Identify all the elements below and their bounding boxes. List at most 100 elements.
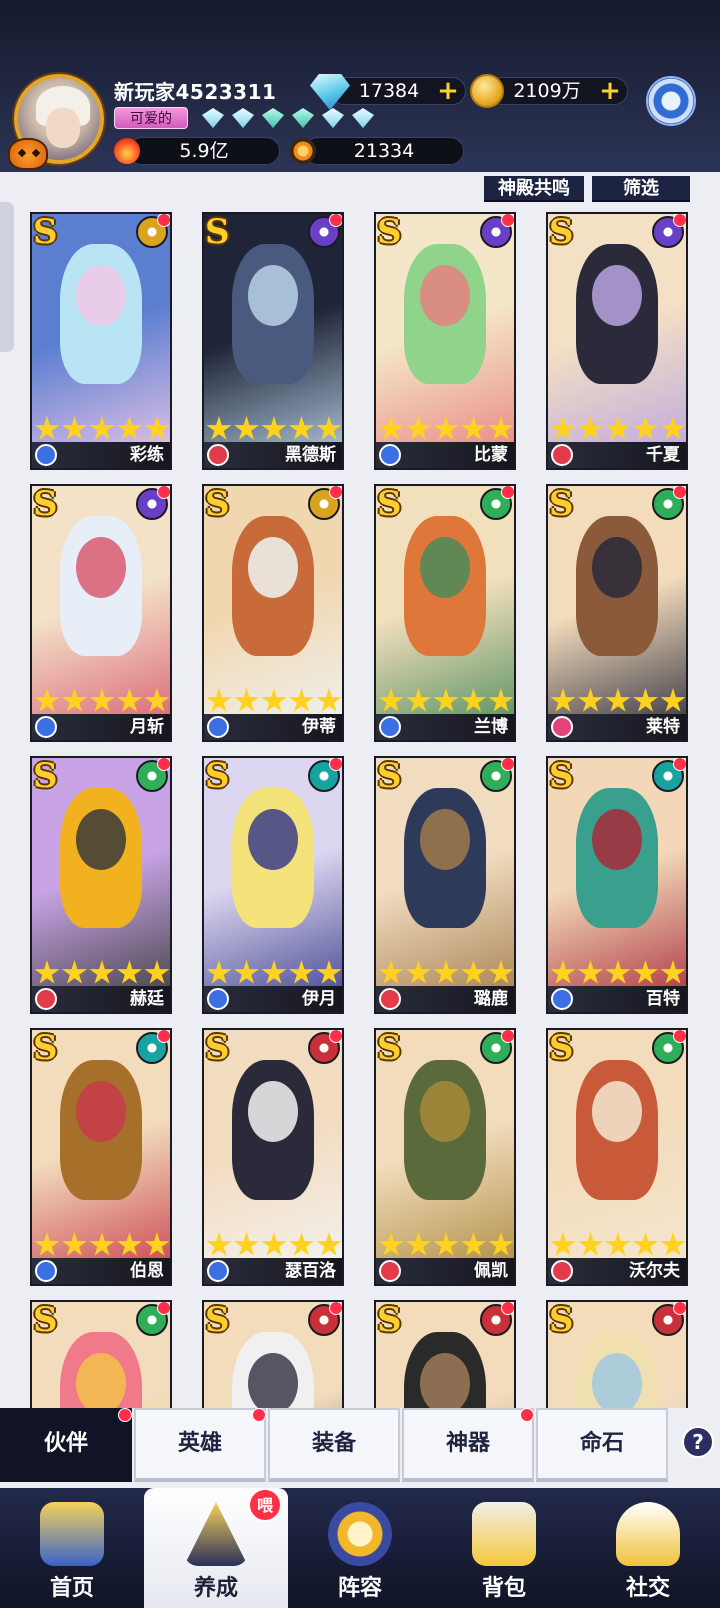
nav-lineup[interactable]: 阵容	[288, 1488, 432, 1608]
hero-card[interactable]: S 赫廷	[30, 756, 172, 1014]
side-scroll-handle[interactable]	[0, 202, 14, 352]
nav-develop[interactable]: 喂 养成	[144, 1488, 288, 1608]
star-rating	[34, 960, 170, 986]
add-diamond-button[interactable]: +	[437, 78, 459, 104]
star-rating	[550, 960, 686, 986]
star-rating	[34, 688, 170, 714]
hero-head	[592, 1080, 642, 1142]
hero-head	[592, 808, 642, 870]
hero-card[interactable]: S 月斩	[30, 484, 172, 742]
gold-counter: 2109万 +	[488, 77, 628, 105]
add-gold-button[interactable]: +	[599, 78, 621, 104]
rank-badge: S	[205, 1300, 230, 1340]
star-icon	[89, 688, 115, 712]
rank-badge: S	[33, 1300, 58, 1340]
gem-icon	[262, 108, 284, 128]
star-rating	[206, 960, 342, 986]
notification-dot	[157, 1030, 170, 1043]
hero-card[interactable]: S 比蒙	[374, 212, 516, 470]
star-icon	[289, 416, 314, 440]
hero-card[interactable]: S 彩练	[30, 212, 172, 470]
hero-name: 沃尔夫	[629, 1261, 680, 1281]
notification-dot	[673, 1030, 686, 1043]
nav-home[interactable]: 首页	[0, 1488, 144, 1608]
hero-card[interactable]: S	[30, 1300, 172, 1408]
hero-card[interactable]: S	[374, 1300, 516, 1408]
hero-card[interactable]: S 伊蒂	[202, 484, 344, 742]
star-icon	[433, 688, 459, 712]
tab-label: 装备	[311, 1431, 356, 1456]
hero-head	[248, 536, 298, 598]
star-icon	[34, 960, 60, 984]
rank-badge: S	[377, 212, 402, 252]
star-icon	[550, 960, 576, 984]
star-icon	[62, 416, 87, 440]
star-icon	[406, 960, 431, 984]
tab-heroes[interactable]: 英雄	[134, 1408, 266, 1482]
hero-card[interactable]: S 伯恩	[30, 1028, 172, 1286]
hero-card[interactable]: S 百特	[546, 756, 688, 1014]
star-icon	[660, 688, 686, 712]
bag-icon	[472, 1502, 536, 1566]
hero-card[interactable]: S 佩凯	[374, 1028, 516, 1286]
star-icon	[234, 688, 259, 712]
stardust-icon	[290, 138, 316, 164]
star-icon	[578, 688, 603, 712]
hero-name: 伊月	[302, 989, 336, 1009]
filter-button[interactable]: 筛选	[592, 176, 690, 202]
hero-card[interactable]: S 兰博	[374, 484, 516, 742]
player-title-badge[interactable]: 可爱的	[114, 107, 188, 129]
star-icon	[433, 960, 459, 984]
hero-card[interactable]: S 伊月	[202, 756, 344, 1014]
star-icon	[316, 960, 342, 984]
hero-head	[420, 808, 470, 870]
star-icon	[488, 1232, 514, 1256]
hero-card[interactable]: S 莱特	[546, 484, 688, 742]
star-rating	[550, 416, 686, 442]
hero-card[interactable]: S 沃尔夫	[546, 1028, 688, 1286]
diamond-counter: 17384 +	[330, 77, 466, 105]
tab-partners[interactable]: 伙伴	[0, 1408, 132, 1482]
gold-value: 2109万	[513, 80, 581, 102]
rank-badge: S	[33, 484, 58, 524]
hero-list-panel: 神殿共鸣 筛选 S 彩练 S 黑德斯 S 比蒙 S 千夏 S 月斩 S 伊蒂 S…	[0, 172, 720, 1408]
notification-dot	[329, 1030, 342, 1043]
stardust-value: 21334	[353, 140, 415, 162]
hero-head	[248, 1352, 298, 1408]
nav-social[interactable]: 社交	[576, 1488, 720, 1608]
notification-dot	[329, 214, 342, 227]
hero-card[interactable]: S	[546, 1300, 688, 1408]
resonance-button[interactable]: 神殿共鸣	[484, 176, 584, 202]
help-icon[interactable]: ?	[682, 1426, 714, 1458]
settings-gear-icon[interactable]	[646, 76, 696, 126]
hero-card[interactable]: S 瑟百洛	[202, 1028, 344, 1286]
hero-name: 赫廷	[130, 989, 164, 1009]
star-icon	[144, 960, 170, 984]
notification-dot	[157, 214, 170, 227]
star-icon	[289, 688, 314, 712]
hero-card[interactable]: S 璐鹿	[374, 756, 516, 1014]
rank-badge: S	[205, 212, 230, 252]
role-icon	[207, 1260, 229, 1282]
hero-name: 兰博	[474, 717, 508, 737]
hero-card[interactable]: S 黑德斯	[202, 212, 344, 470]
hero-card[interactable]: S 千夏	[546, 212, 688, 470]
rank-badge: S	[549, 484, 574, 524]
tab-equipment[interactable]: 装备	[268, 1408, 400, 1482]
hero-card[interactable]: S	[202, 1300, 344, 1408]
tab-artifacts[interactable]: 神器	[402, 1408, 534, 1482]
star-icon	[550, 688, 576, 712]
star-icon	[34, 688, 60, 712]
category-tabs: 伙伴 英雄 装备 神器 命石	[0, 1408, 720, 1488]
hero-head	[76, 536, 126, 598]
power-fire-icon	[114, 138, 140, 164]
star-icon	[234, 960, 259, 984]
nav-bag[interactable]: 背包	[432, 1488, 576, 1608]
star-icon	[34, 1232, 60, 1256]
rank-badge: S	[549, 1300, 574, 1340]
notification-dot	[501, 486, 514, 499]
gem-icon	[232, 108, 254, 128]
tab-fate-stones[interactable]: 命石	[536, 1408, 668, 1482]
star-icon	[316, 688, 342, 712]
nav-label: 阵容	[337, 1576, 382, 1601]
